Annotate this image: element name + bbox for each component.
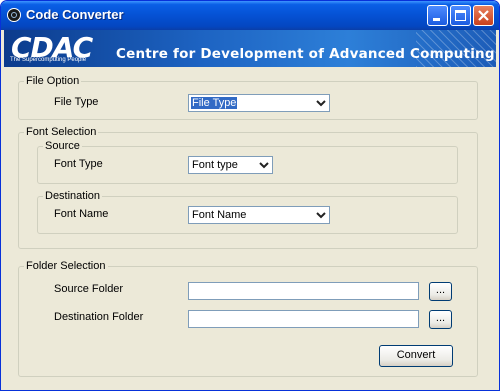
destination-folder-label: Destination Folder	[54, 311, 144, 323]
source-folder-label: Source Folder	[54, 283, 124, 295]
file-type-label: File Type	[54, 96, 99, 108]
source-folder-input[interactable]	[188, 282, 419, 300]
font-name-value: Font Name	[192, 209, 247, 221]
chevron-down-icon	[316, 100, 326, 107]
minimize-icon	[433, 18, 440, 21]
font-type-select[interactable]: Font type	[188, 156, 273, 174]
close-button[interactable]	[473, 5, 494, 26]
title-bar[interactable]: Code Converter	[1, 1, 499, 30]
cdac-banner: CDAC The Supercomputing People Centre fo…	[4, 30, 496, 67]
browse-destination-button[interactable]: ...	[429, 310, 452, 329]
maximize-button[interactable]	[450, 5, 471, 26]
destination-folder-input[interactable]	[188, 310, 419, 328]
folder-selection-legend: Folder Selection	[26, 260, 106, 272]
file-option-legend: File Option	[26, 75, 80, 87]
cdac-tagline: The Supercomputing People	[10, 57, 87, 63]
file-type-select[interactable]: File Type	[188, 94, 330, 112]
app-icon	[7, 8, 21, 22]
convert-button[interactable]: Convert	[379, 345, 453, 367]
font-type-value: Font type	[192, 159, 238, 171]
browse-source-button[interactable]: ...	[429, 282, 452, 301]
font-selection-legend: Font Selection	[26, 126, 97, 138]
maximize-icon	[455, 10, 466, 21]
chevron-down-icon	[316, 212, 326, 219]
window-title: Code Converter	[26, 7, 124, 22]
font-type-label: Font Type	[54, 158, 103, 170]
close-icon	[478, 10, 489, 21]
source-legend: Source	[45, 140, 80, 152]
code-converter-window: Code Converter CDAC The Supercomputing P…	[0, 0, 500, 391]
font-name-select[interactable]: Font Name	[188, 206, 330, 224]
font-name-label: Font Name	[54, 208, 109, 220]
file-type-value: File Type	[191, 97, 238, 109]
minimize-button[interactable]	[427, 5, 448, 26]
organization-name: Centre for Development of Advanced Compu…	[116, 46, 495, 62]
destination-legend: Destination	[45, 190, 101, 202]
chevron-down-icon	[259, 162, 269, 169]
